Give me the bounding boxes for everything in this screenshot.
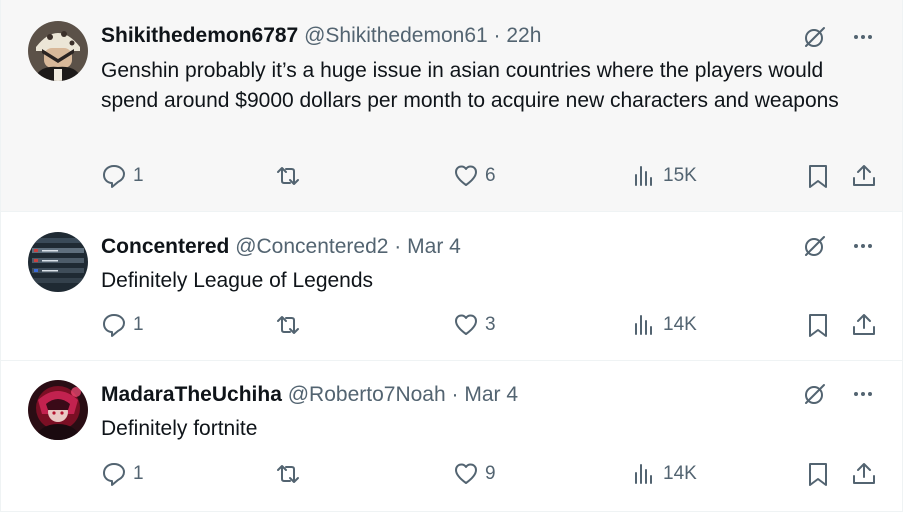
more-icon[interactable] (848, 231, 878, 261)
views-button[interactable]: 14K (631, 312, 697, 338)
tweet-header: Shikithedemon6787 @Shikithedemon61 · 22h (101, 23, 541, 49)
view-count: 14K (663, 314, 697, 335)
avatar[interactable] (28, 21, 88, 81)
reply-count: 1 (133, 314, 144, 335)
like-count: 9 (485, 463, 496, 484)
retweet-icon (277, 316, 299, 334)
avatar[interactable] (28, 232, 88, 292)
share-button[interactable] (851, 163, 877, 189)
bookmark-button[interactable] (805, 461, 831, 487)
retweet-icon (277, 465, 299, 483)
view-count: 14K (663, 463, 697, 484)
share-icon (853, 165, 875, 186)
bookmark-button[interactable] (805, 163, 831, 189)
reply-button[interactable]: 1 (101, 461, 144, 487)
display-name[interactable]: Concentered (101, 235, 229, 258)
tweet[interactable]: MadaraTheUchiha @Roberto7Noah · Mar 4 De… (1, 361, 902, 512)
reply-icon (103, 165, 125, 188)
handle[interactable]: @Shikithedemon61 (304, 24, 488, 47)
views-icon (635, 166, 652, 186)
reply-icon (103, 463, 125, 486)
tweet-top-actions (800, 231, 878, 261)
retweet-button[interactable] (275, 163, 307, 189)
reply-count: 1 (133, 165, 144, 186)
share-button[interactable] (851, 461, 877, 487)
reply-button[interactable]: 1 (101, 163, 144, 189)
tweet-actions: 1 9 14K (101, 461, 880, 491)
dot-separator: · (394, 235, 402, 258)
timestamp[interactable]: Mar 4 (407, 235, 461, 258)
tweet-text: Genshin probably it’s a huge issue in as… (101, 59, 839, 112)
views-icon (635, 464, 652, 484)
bookmark-icon (809, 314, 827, 337)
timestamp[interactable]: Mar 4 (464, 383, 518, 406)
timestamp[interactable]: 22h (506, 24, 541, 47)
like-button[interactable]: 3 (453, 312, 496, 338)
like-button[interactable]: 9 (453, 461, 496, 487)
heart-icon (455, 165, 477, 186)
tweet-top-actions (800, 22, 878, 52)
retweet-button[interactable] (275, 312, 307, 338)
dot-separator: · (493, 24, 501, 47)
heart-icon (455, 314, 477, 335)
handle[interactable]: @Concentered2 (235, 235, 388, 258)
handle[interactable]: @Roberto7Noah (288, 383, 446, 406)
share-icon (853, 463, 875, 484)
grok-icon[interactable] (800, 231, 830, 261)
grok-icon[interactable] (800, 22, 830, 52)
display-name[interactable]: Shikithedemon6787 (101, 24, 298, 47)
dot-separator: · (451, 383, 459, 406)
tweet[interactable]: Concentered @Concentered2 · Mar 4 Defini… (1, 212, 902, 361)
tweet-text: Definitely League of Legends (101, 269, 374, 292)
reply-feed: Shikithedemon6787 @Shikithedemon61 · 22h… (0, 0, 903, 512)
tweet[interactable]: Shikithedemon6787 @Shikithedemon61 · 22h… (1, 0, 902, 212)
share-button[interactable] (851, 312, 877, 338)
reply-icon (103, 314, 125, 337)
display-name[interactable]: MadaraTheUchiha (101, 383, 282, 406)
bookmark-icon (809, 463, 827, 486)
tweet-text: Definitely fortnite (101, 417, 258, 440)
retweet-icon (277, 167, 299, 185)
views-button[interactable]: 14K (631, 461, 697, 487)
reply-button[interactable]: 1 (101, 312, 144, 338)
bookmark-button[interactable] (805, 312, 831, 338)
like-count: 6 (485, 165, 496, 186)
view-count: 15K (663, 165, 697, 186)
tweet-actions: 1 3 14K (101, 312, 880, 342)
like-count: 3 (485, 314, 496, 335)
tweet-header: Concentered @Concentered2 · Mar 4 (101, 234, 461, 260)
views-button[interactable]: 15K (631, 163, 697, 189)
grok-icon[interactable] (800, 379, 830, 409)
tweet-top-actions (800, 379, 878, 409)
more-icon[interactable] (848, 379, 878, 409)
heart-icon (455, 463, 477, 484)
tweet-header: MadaraTheUchiha @Roberto7Noah · Mar 4 (101, 382, 518, 408)
avatar[interactable] (28, 380, 88, 440)
like-button[interactable]: 6 (453, 163, 496, 189)
bookmark-icon (809, 165, 827, 188)
retweet-button[interactable] (275, 461, 307, 487)
more-icon[interactable] (848, 22, 878, 52)
views-icon (635, 315, 652, 335)
share-icon (853, 314, 875, 335)
tweet-actions: 1 6 15K (101, 163, 880, 193)
reply-count: 1 (133, 463, 144, 484)
